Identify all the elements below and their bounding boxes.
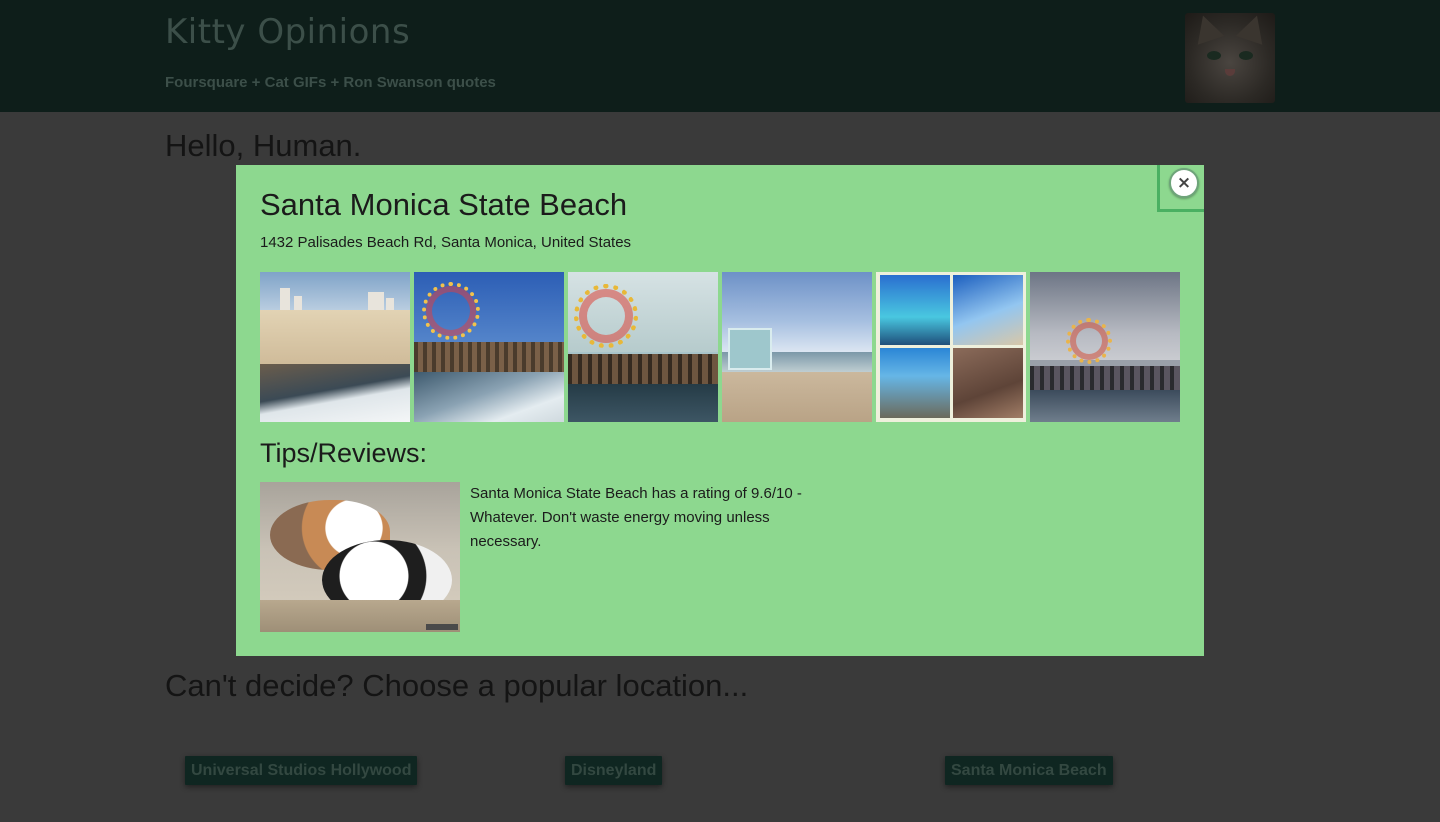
tagline: Foursquare + Cat GIFs + Ron Swanson quot… bbox=[165, 74, 496, 91]
brand-title[interactable]: Kitty Opinions bbox=[165, 12, 410, 52]
cat-avatar-image bbox=[1185, 13, 1275, 103]
venue-title: Santa Monica State Beach bbox=[260, 187, 628, 222]
beach-collage-photo[interactable] bbox=[876, 272, 1026, 422]
cat-ear-right bbox=[1235, 13, 1271, 45]
cat-eye-right bbox=[1239, 51, 1253, 60]
gif-watermark bbox=[426, 624, 458, 630]
cats-cuddling-gif bbox=[260, 482, 460, 632]
cat-eye-left bbox=[1207, 51, 1221, 60]
close-icon[interactable]: × bbox=[1169, 168, 1199, 198]
lifeguard-tower-photo[interactable] bbox=[722, 272, 872, 422]
tips-heading: Tips/Reviews: bbox=[260, 438, 428, 468]
location-button-santa-monica-beach[interactable]: Santa Monica Beach bbox=[945, 756, 1113, 785]
cat-ear-left bbox=[1189, 13, 1225, 45]
pier-ferris-wheel-cloudy-photo[interactable] bbox=[568, 272, 718, 422]
pier-sunset-photo[interactable] bbox=[1030, 272, 1180, 422]
greeting-heading: Hello, Human. bbox=[165, 128, 362, 163]
beach-shore-photo[interactable] bbox=[260, 272, 410, 422]
venue-modal: Santa Monica State Beach 1432 Palisades … bbox=[236, 165, 1204, 656]
modal-close-container: × bbox=[1157, 165, 1204, 212]
site-header: Kitty Opinions Foursquare + Cat GIFs + R… bbox=[0, 0, 1440, 112]
location-button-universal-studios[interactable]: Universal Studios Hollywood bbox=[185, 756, 418, 785]
tip-review-text: Santa Monica State Beach has a rating of… bbox=[470, 485, 802, 550]
pier-ferris-wheel-photo[interactable] bbox=[414, 272, 564, 422]
location-button-disneyland[interactable]: Disneyland bbox=[565, 756, 663, 785]
popular-locations-heading: Can't decide? Choose a popular location.… bbox=[165, 668, 749, 703]
venue-address: 1432 Palisades Beach Rd, Santa Monica, U… bbox=[260, 234, 632, 251]
cat-nose bbox=[1225, 69, 1235, 76]
venue-photo-strip bbox=[260, 272, 1180, 422]
